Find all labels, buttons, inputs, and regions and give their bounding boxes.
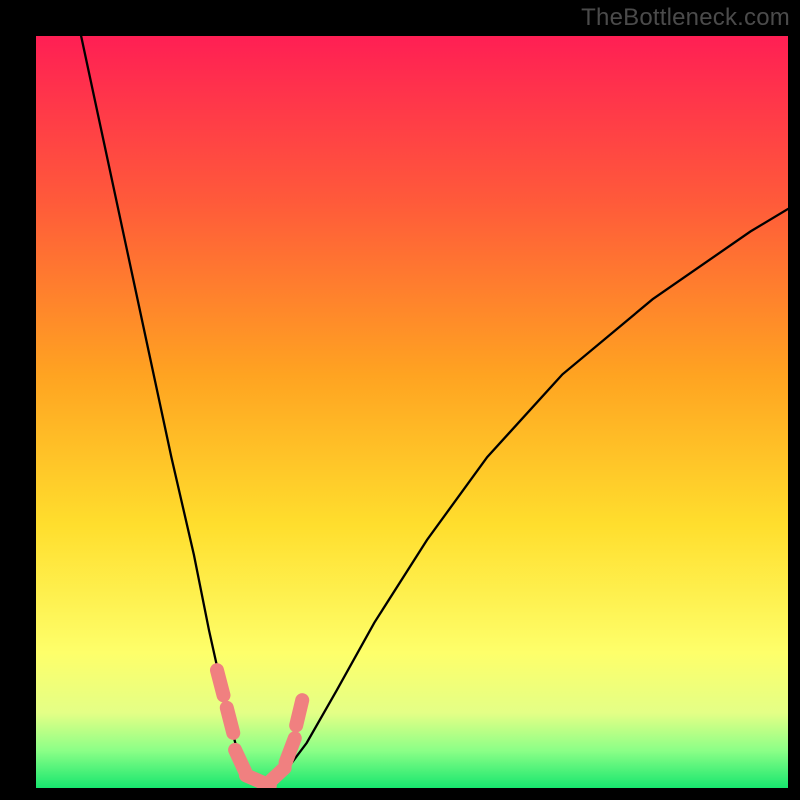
plot-background — [36, 36, 788, 788]
optimal-marker — [227, 708, 233, 733]
optimal-marker — [217, 670, 224, 695]
optimal-marker — [286, 738, 295, 762]
chart-frame: TheBottleneck.com — [0, 0, 800, 800]
watermark-text: TheBottleneck.com — [581, 4, 790, 32]
bottleneck-chart — [0, 0, 800, 800]
optimal-marker — [296, 700, 302, 725]
